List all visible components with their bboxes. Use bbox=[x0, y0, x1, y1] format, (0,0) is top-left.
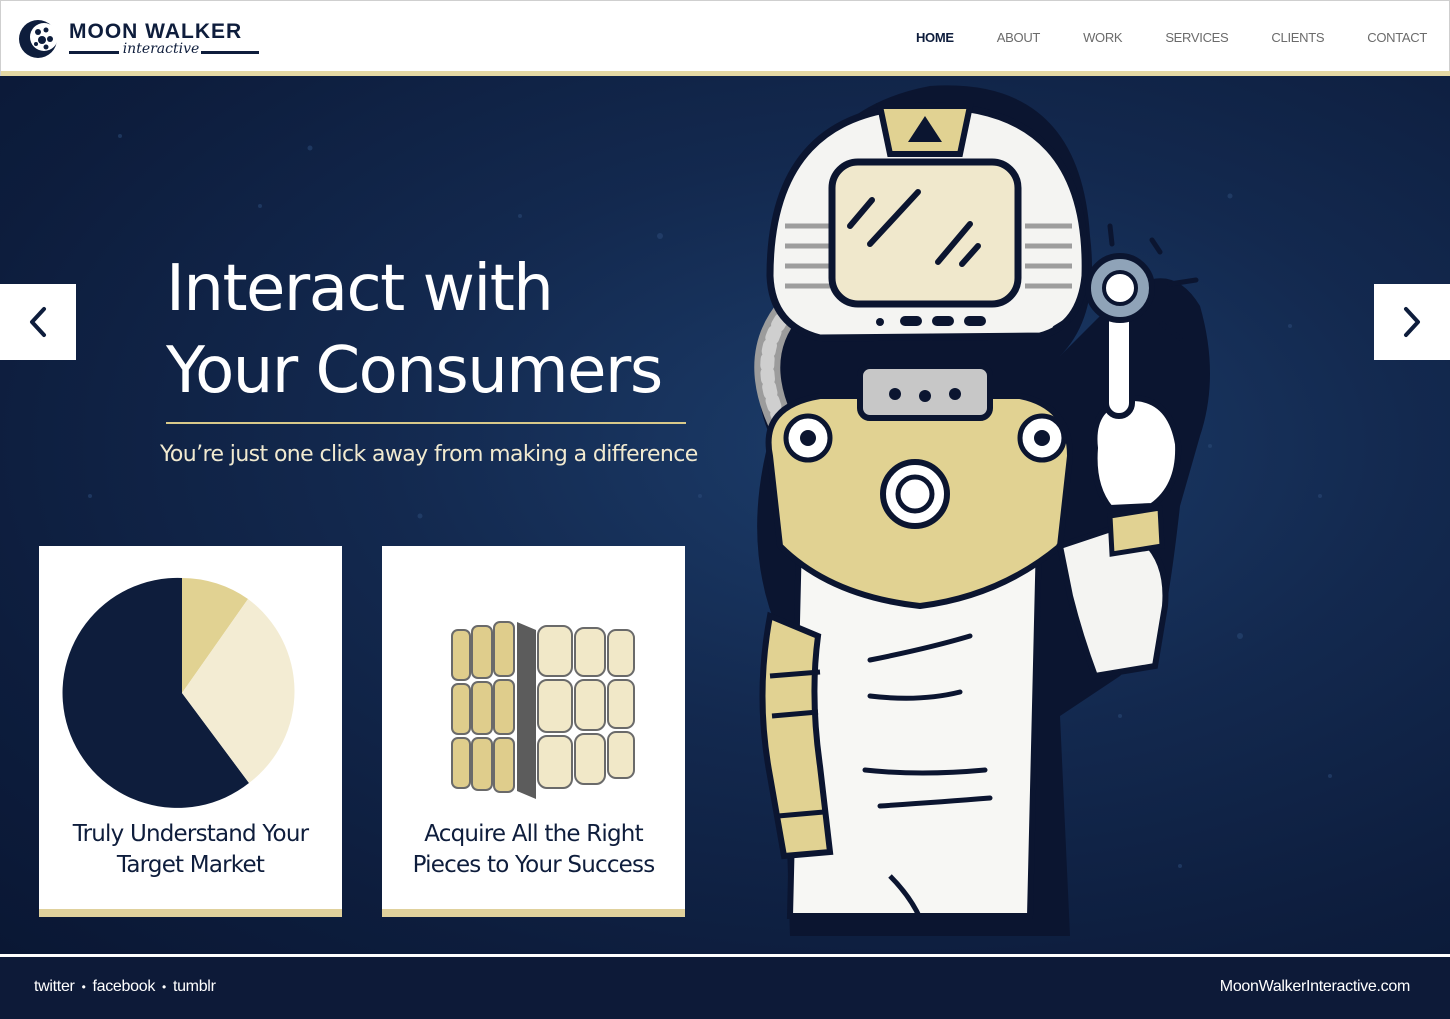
cube-puzzle-icon bbox=[451, 621, 635, 799]
hero-slider: Interact with Your Consumers You’re just… bbox=[0, 76, 1450, 954]
hero-subheading: You’re just one click away from making a… bbox=[160, 442, 698, 467]
nav-services[interactable]: SERVICES bbox=[1165, 30, 1228, 45]
social-links: twitter • facebook • tumblr bbox=[34, 978, 216, 996]
facebook-link[interactable]: facebook bbox=[92, 978, 155, 995]
brand-tagline-row: interactive bbox=[69, 41, 259, 60]
feature-card-caption: Truly Understand Your Target Market bbox=[39, 819, 342, 881]
headline-divider bbox=[166, 422, 686, 424]
moon-logo-icon bbox=[19, 20, 58, 58]
hero-headline: Interact with Your Consumers bbox=[166, 248, 706, 412]
nav-home[interactable]: HOME bbox=[916, 30, 954, 45]
nav-clients[interactable]: CLIENTS bbox=[1271, 30, 1324, 45]
separator-dot: • bbox=[81, 980, 86, 994]
tagline-rule-left bbox=[69, 51, 119, 54]
twitter-link[interactable]: twitter bbox=[34, 978, 75, 995]
card-caption-line2: Target Market bbox=[116, 852, 265, 878]
astronaut-illustration bbox=[754, 85, 1210, 937]
main-nav: HOME ABOUT WORK SERVICES CLIENTS CONTACT bbox=[873, 30, 1427, 45]
tumblr-link[interactable]: tumblr bbox=[173, 978, 216, 995]
nav-about[interactable]: ABOUT bbox=[997, 30, 1041, 45]
feature-card-target-market[interactable]: Truly Understand Your Target Market bbox=[39, 546, 342, 917]
card-caption-line1: Acquire All the Right bbox=[424, 821, 643, 847]
hero-headline-line1: Interact with bbox=[166, 252, 554, 326]
nav-work[interactable]: WORK bbox=[1083, 30, 1123, 45]
card-caption-line1: Truly Understand Your bbox=[72, 821, 309, 847]
brand-logo[interactable]: MOON WALKER interactive bbox=[17, 18, 267, 62]
site-header: MOON WALKER interactive HOME ABOUT WORK … bbox=[0, 0, 1450, 77]
nav-contact[interactable]: CONTACT bbox=[1367, 30, 1427, 45]
feature-card-caption: Acquire All the Right Pieces to Your Suc… bbox=[382, 819, 685, 881]
feature-card-right-pieces[interactable]: Acquire All the Right Pieces to Your Suc… bbox=[382, 546, 685, 917]
tagline-rule-right bbox=[201, 51, 259, 54]
site-url-link[interactable]: MoonWalkerInteractive.com bbox=[1220, 978, 1411, 996]
card-caption-line2: Pieces to Your Success bbox=[412, 852, 656, 878]
slider-next-button[interactable] bbox=[1374, 284, 1450, 360]
chevron-left-icon bbox=[30, 307, 46, 337]
slider-prev-button[interactable] bbox=[0, 284, 76, 360]
brand-tagline: interactive bbox=[122, 41, 200, 57]
pie-chart-icon bbox=[62, 577, 295, 808]
site-footer: twitter • facebook • tumblr MoonWalkerIntera… bbox=[0, 954, 1450, 1019]
separator-dot: • bbox=[162, 980, 166, 994]
hero-headline-line2: Your Consumers bbox=[166, 334, 663, 408]
chevron-right-icon bbox=[1404, 307, 1420, 337]
